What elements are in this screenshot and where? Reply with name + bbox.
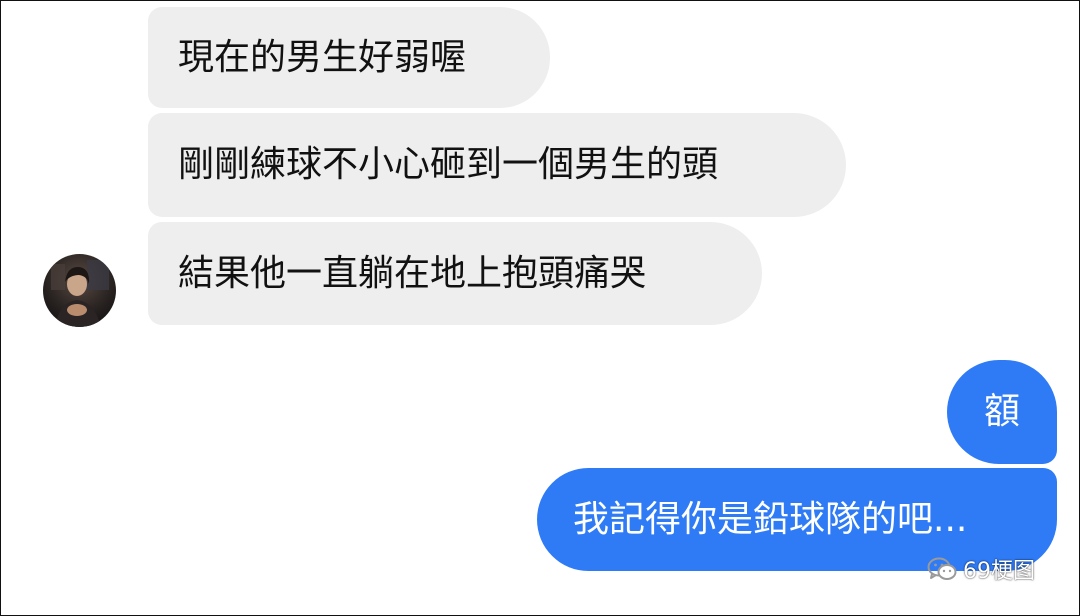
wechat-icon [927, 557, 957, 580]
watermark-text: 69梗图 [963, 559, 1035, 584]
incoming-message-bubble[interactable]: 結果他一直躺在地上抱頭痛哭 [148, 222, 762, 325]
avatar-photo-icon [43, 254, 116, 327]
contact-avatar[interactable] [43, 254, 116, 327]
outgoing-message-bubble[interactable]: 額 [947, 360, 1057, 464]
message-text: 我記得你是鉛球隊的吧... [573, 498, 968, 540]
incoming-message-bubble[interactable]: 現在的男生好弱喔 [148, 7, 550, 108]
incoming-message-bubble[interactable]: 剛剛練球不小心砸到一個男生的頭 [148, 113, 846, 217]
message-text: 額 [983, 391, 1020, 432]
message-text: 剛剛練球不小心砸到一個男生的頭 [178, 144, 719, 185]
message-text: 現在的男生好弱喔 [178, 36, 467, 78]
watermark: 69梗图 [927, 553, 1035, 585]
message-text: 結果他一直躺在地上抱頭痛哭 [178, 252, 647, 294]
